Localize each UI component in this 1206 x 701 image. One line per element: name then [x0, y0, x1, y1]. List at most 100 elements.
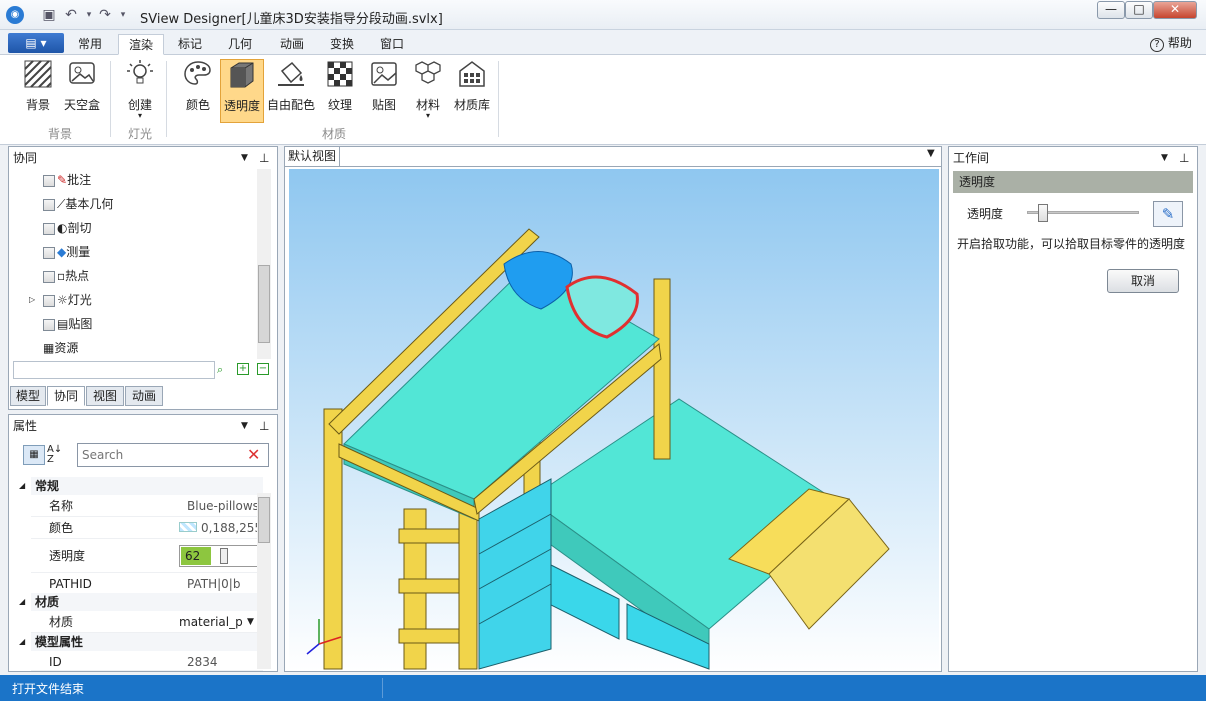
tree-item-section[interactable]: ◐剖切: [43, 217, 92, 239]
expand-all-icon[interactable]: +: [237, 363, 249, 375]
category-general[interactable]: ◢ 常规: [19, 477, 263, 495]
tab-render[interactable]: 渲染: [118, 34, 164, 55]
collapse-all-icon[interactable]: −: [257, 363, 269, 375]
tab-collab[interactable]: 协同: [47, 386, 85, 406]
panel-menu-icon[interactable]: ▼: [241, 147, 248, 169]
category-material[interactable]: ◢ 材质: [19, 593, 263, 611]
tree-item-annotation[interactable]: ✎批注: [43, 169, 91, 191]
checkbox[interactable]: [43, 198, 55, 211]
viewport-tabbar: 默认视图 ▼: [285, 147, 941, 167]
status-bar: 打开文件结束: [0, 675, 1206, 701]
property-search-input[interactable]: [77, 443, 269, 467]
app-logo-icon: ◉: [6, 6, 24, 24]
checkbox[interactable]: [43, 270, 55, 283]
status-text: 打开文件结束: [12, 682, 85, 696]
cube-icon: [230, 62, 254, 88]
tree-item-light[interactable]: ▷ ☼灯光: [29, 289, 92, 311]
background-group-label: 背景: [48, 127, 73, 141]
file-menu-button[interactable]: ▤ ▾: [8, 33, 64, 53]
color-button[interactable]: 颜色: [176, 59, 220, 113]
properties-scrollbar[interactable]: [257, 493, 271, 669]
prop-row-id[interactable]: ID 2834: [31, 651, 263, 671]
viewport-panel: 默认视图 ▼: [284, 146, 942, 672]
prop-row-name[interactable]: 名称 Blue-pillows: [31, 495, 263, 517]
prop-row-color[interactable]: 颜色 0,188,255: [31, 517, 263, 539]
tab-transform[interactable]: 变换: [320, 34, 364, 55]
pin-icon[interactable]: ⊥: [259, 415, 269, 437]
lightbulb-icon: ☼: [57, 293, 68, 307]
pin-icon[interactable]: ⊥: [259, 147, 269, 169]
expand-icon[interactable]: ▷: [29, 289, 35, 311]
panel-menu-icon[interactable]: ▼: [241, 415, 248, 437]
viewport-menu-icon[interactable]: ▼: [927, 148, 935, 159]
transparency-slider[interactable]: 62: [179, 545, 259, 567]
free-color-button[interactable]: 自由配色: [266, 59, 316, 113]
help-button[interactable]: ? 帮助: [1150, 34, 1192, 52]
ribbon: 背景 天空盒 创建 ▾ 颜色 透明度 自由配色 纹理 贴图 材料 ▾ 材质库 背景 …: [0, 55, 1206, 145]
group-separator: [498, 61, 499, 137]
tree-item-basic-geometry[interactable]: ⟋基本几何: [43, 193, 113, 215]
properties-panel: 属性 ▼ ⊥ ▦ A↓Z ✕ ◢常规 名称Blue-pillows 颜色0,18…: [8, 414, 278, 672]
palette-icon: [184, 61, 211, 85]
pin-icon[interactable]: ⊥: [1179, 147, 1189, 169]
close-button[interactable]: ✕: [1153, 1, 1197, 19]
prop-row-transparency[interactable]: 透明度 62: [31, 539, 263, 573]
checkbox[interactable]: [43, 318, 55, 331]
sort-alpha-icon[interactable]: A↓ Z: [47, 445, 62, 465]
tree-item-resources[interactable]: ▦资源: [43, 337, 78, 359]
save-icon[interactable]: ▣: [40, 6, 58, 24]
materials-button[interactable]: 材料 ▾: [406, 59, 450, 120]
create-light-button[interactable]: 创建 ▾: [118, 59, 162, 120]
checkbox[interactable]: [43, 222, 55, 235]
maximize-button[interactable]: □: [1125, 1, 1153, 19]
category-model-props[interactable]: ◢ 模型属性: [19, 633, 263, 651]
tab-geometry[interactable]: 几何: [218, 34, 262, 55]
workspace-panel: 工作间 ▼ ⊥ 透明度 透明度 ✎ 开启拾取功能，可以拾取目标零件的透明度 取消: [948, 146, 1198, 672]
categorized-icon[interactable]: ▦: [23, 445, 45, 465]
image-icon: [371, 62, 397, 86]
checkbox[interactable]: [43, 174, 55, 187]
checkbox[interactable]: [43, 246, 55, 259]
tree-item-hotspot[interactable]: ▫热点: [43, 265, 89, 287]
tree-item-measure[interactable]: ◆测量: [43, 241, 90, 263]
eyedropper-button[interactable]: ✎: [1153, 201, 1183, 227]
decal-button[interactable]: 贴图: [362, 59, 406, 113]
tab-markup[interactable]: 标记: [168, 34, 212, 55]
status-separator: [382, 678, 383, 698]
slider-thumb[interactable]: [220, 548, 228, 564]
background-button[interactable]: 背景: [16, 59, 60, 113]
tab-common[interactable]: 常用: [68, 34, 112, 55]
tab-view[interactable]: 视图: [86, 386, 124, 406]
prop-row-pathid[interactable]: PATHID PATH|0|b: [31, 573, 263, 595]
skybox-button[interactable]: 天空盒: [60, 59, 104, 113]
search-icon[interactable]: ⌕: [217, 363, 223, 377]
prop-row-material[interactable]: 材质 material_p ▼: [31, 611, 263, 633]
tree-scrollbar[interactable]: [257, 169, 271, 359]
minimize-button[interactable]: —: [1097, 1, 1125, 19]
3d-viewport[interactable]: [289, 169, 939, 671]
checkbox[interactable]: [43, 294, 55, 307]
workspace-transparency-slider[interactable]: [1027, 204, 1139, 222]
clear-search-icon[interactable]: ✕: [247, 445, 260, 464]
redo-icon[interactable]: ↷: [96, 6, 114, 24]
undo-icon[interactable]: ↶: [62, 6, 80, 24]
transparency-button[interactable]: 透明度: [220, 59, 264, 123]
color-swatch-icon: [179, 522, 197, 532]
tab-animation-panel[interactable]: 动画: [125, 386, 163, 406]
slider-thumb[interactable]: [1038, 204, 1049, 222]
redo-dropdown-icon[interactable]: ▾: [114, 6, 132, 24]
tree-item-decal[interactable]: ▤贴图: [43, 313, 92, 335]
ribbon-tabs: ▤ ▾ 常用 渲染 标记 几何 动画 变换 窗口 ? 帮助: [0, 30, 1206, 55]
left-panel-tabs: 模型 协同 视图 动画: [10, 386, 270, 406]
resources-icon: ▦: [43, 341, 55, 355]
dropdown-arrow-icon[interactable]: ▼: [247, 611, 254, 633]
tab-model[interactable]: 模型: [10, 386, 46, 406]
tree-filter-input[interactable]: [13, 361, 215, 379]
cancel-button[interactable]: 取消: [1107, 269, 1179, 293]
texture-button[interactable]: 纹理: [318, 59, 362, 113]
panel-menu-icon[interactable]: ▼: [1161, 147, 1168, 169]
tab-animation[interactable]: 动画: [270, 34, 314, 55]
tab-default-view[interactable]: 默认视图: [285, 147, 341, 166]
tab-window[interactable]: 窗口: [370, 34, 414, 55]
material-library-button[interactable]: 材质库: [450, 59, 494, 113]
